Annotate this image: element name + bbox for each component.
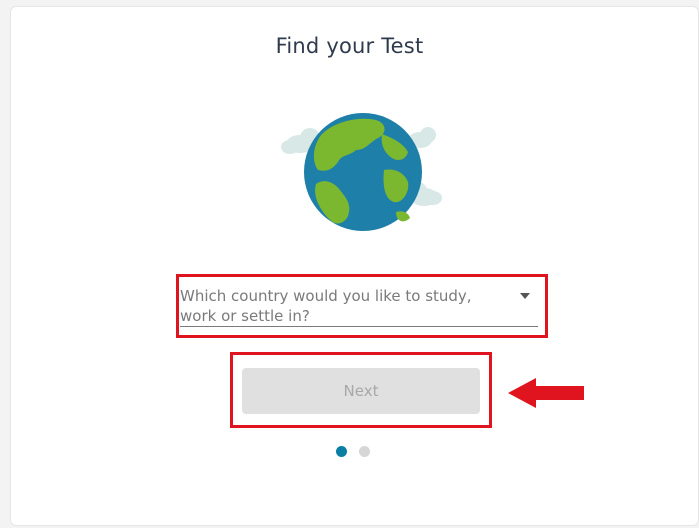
globe-icon (281, 113, 442, 231)
chevron-down-icon[interactable] (520, 293, 530, 299)
country-select-underline (180, 326, 538, 327)
country-select-placeholder-line2: work or settle in? (180, 307, 310, 325)
pagination-dot-inactive[interactable] (359, 446, 370, 457)
country-select[interactable]: Which country would you like to study, w… (180, 286, 480, 326)
country-select-placeholder-line1: Which country would you like to study, (180, 287, 472, 305)
pagination-dots (336, 446, 376, 458)
page-title: Find your Test (275, 34, 424, 58)
pagination-dot-active[interactable] (336, 446, 347, 457)
globe-illustration (278, 112, 448, 237)
left-arrow-icon (506, 376, 586, 410)
next-button[interactable]: Next (242, 368, 480, 414)
